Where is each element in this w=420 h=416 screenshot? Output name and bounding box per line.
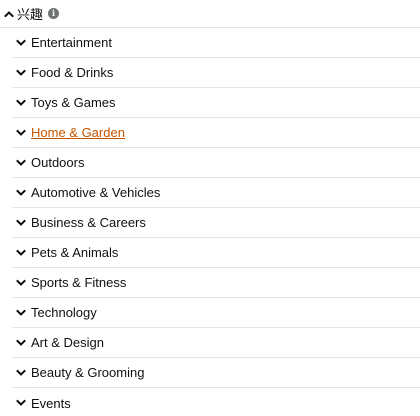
chevron-down-icon	[16, 39, 26, 46]
chevron-down-icon	[16, 279, 26, 286]
chevron-down-icon	[16, 369, 26, 376]
chevron-down-icon	[16, 309, 26, 316]
interest-item[interactable]: Art & Design	[12, 328, 420, 358]
interest-item[interactable]: Food & Drinks	[12, 58, 420, 88]
interest-item-label: Pets & Animals	[31, 245, 119, 260]
interest-item-label: Business & Careers	[31, 215, 146, 230]
interest-item-label: Outdoors	[31, 155, 85, 170]
interest-item-label: Entertainment	[31, 35, 112, 50]
interest-item-label: Sports & Fitness	[31, 275, 127, 290]
interest-item[interactable]: Outdoors	[12, 148, 420, 178]
interest-item-label: Home & Garden	[31, 125, 125, 140]
interest-item[interactable]: Technology	[12, 298, 420, 328]
interest-item-label: Events	[31, 395, 71, 411]
chevron-down-icon	[16, 339, 26, 346]
chevron-down-icon	[16, 399, 26, 406]
interest-item[interactable]: Sports & Fitness	[12, 268, 420, 298]
interest-item-label: Art & Design	[31, 335, 104, 350]
section-title: 兴趣	[17, 7, 44, 22]
interests-panel: 兴趣 i Entertainment Food & Drinks Toys & Ga…	[0, 0, 420, 416]
chevron-down-icon	[16, 219, 26, 226]
chevron-up-icon	[4, 10, 14, 17]
interest-item[interactable]: Events	[12, 388, 420, 416]
interest-item-label: Toys & Games	[31, 95, 116, 110]
interest-item-label: Food & Drinks	[31, 65, 114, 80]
interest-item[interactable]: Automotive & Vehicles	[12, 178, 420, 208]
interest-item[interactable]: Pets & Animals	[12, 238, 420, 268]
chevron-down-icon	[16, 99, 26, 106]
interest-item[interactable]: Toys & Games	[12, 88, 420, 118]
interest-item[interactable]: Home & Garden	[12, 118, 420, 148]
interests-list: Entertainment Food & Drinks Toys & Games Ho…	[12, 28, 420, 416]
interest-item-label: Technology	[31, 305, 97, 320]
info-icon[interactable]: i	[48, 8, 60, 19]
chevron-down-icon	[16, 129, 26, 136]
chevron-down-icon	[16, 189, 26, 196]
chevron-down-icon	[16, 69, 26, 76]
chevron-down-icon	[16, 159, 26, 166]
interest-item-label: Beauty & Grooming	[31, 365, 145, 380]
interest-item[interactable]: Business & Careers	[12, 208, 420, 238]
interest-item[interactable]: Entertainment	[12, 28, 420, 58]
interest-item-label: Automotive & Vehicles	[31, 185, 161, 200]
interests-section-header[interactable]: 兴趣 i	[0, 0, 420, 28]
interest-item[interactable]: Beauty & Grooming	[12, 358, 420, 388]
chevron-down-icon	[16, 249, 26, 256]
